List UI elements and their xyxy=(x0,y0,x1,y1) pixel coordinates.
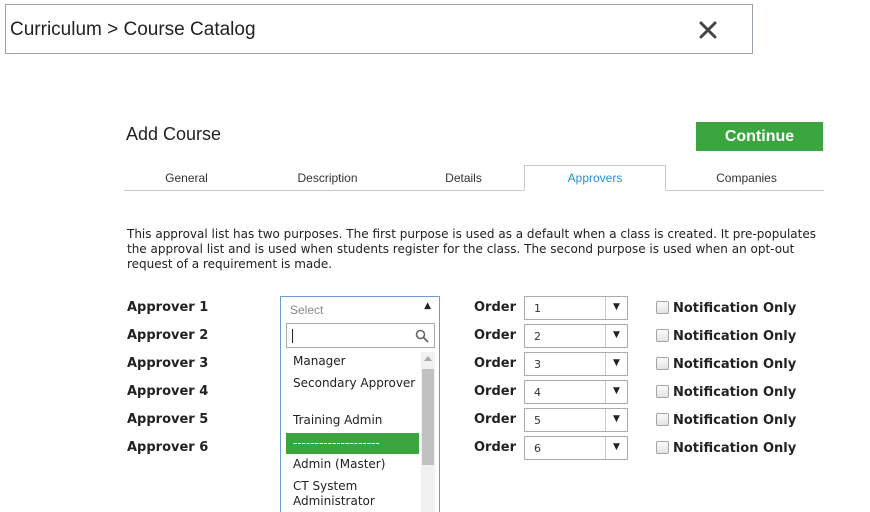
order-label: Order xyxy=(474,328,516,343)
notification-label: Notification Only xyxy=(673,357,797,372)
notification-checkbox[interactable] xyxy=(656,385,669,398)
option-admin-master[interactable]: Admin (Master) xyxy=(286,457,419,472)
notification-checkbox[interactable] xyxy=(656,301,669,314)
page-title: Add Course xyxy=(126,124,222,144)
approver-label: Approver 6 xyxy=(127,440,209,455)
order-label: Order xyxy=(474,300,516,315)
option-manager[interactable]: Manager xyxy=(286,354,419,369)
chevron-down-icon: ▼ xyxy=(605,297,627,319)
approver-label: Approver 5 xyxy=(127,412,209,427)
order-select-3[interactable]: 3 ▼ xyxy=(524,352,628,376)
order-value: 5 xyxy=(534,414,541,427)
notification-label: Notification Only xyxy=(673,329,797,344)
chevron-up-icon: ▲ xyxy=(424,301,431,311)
order-label: Order xyxy=(474,384,516,399)
breadcrumb: Curriculum > Course Catalog xyxy=(10,19,256,40)
tab-approvers[interactable]: Approvers xyxy=(524,165,666,191)
notification-checkbox[interactable] xyxy=(656,413,669,426)
option-ct-system-administrator[interactable]: CT System Administrator xyxy=(286,479,419,509)
order-select-2[interactable]: 2 ▼ xyxy=(524,324,628,348)
dropdown-scrollbar[interactable] xyxy=(421,352,435,512)
order-select-1[interactable]: 1 ▼ xyxy=(524,296,628,320)
tab-description[interactable]: Description xyxy=(265,165,390,191)
approver-label: Approver 1 xyxy=(127,300,209,315)
select-placeholder: Select xyxy=(290,303,324,317)
approver-label: Approver 4 xyxy=(127,384,209,399)
order-select-4[interactable]: 4 ▼ xyxy=(524,380,628,404)
order-value: 3 xyxy=(534,358,541,371)
option-training-admin[interactable]: Training Admin xyxy=(286,413,419,428)
order-select-5[interactable]: 5 ▼ xyxy=(524,408,628,432)
order-label: Order xyxy=(474,412,516,427)
notification-label: Notification Only xyxy=(673,385,797,400)
continue-button[interactable]: Continue xyxy=(696,122,823,151)
tab-bar: General Description Details Approvers Co… xyxy=(124,165,824,191)
option-secondary-approver[interactable]: Secondary Approver xyxy=(286,376,419,391)
tab-companies[interactable]: Companies xyxy=(684,165,809,191)
order-value: 4 xyxy=(534,386,541,399)
notification-label: Notification Only xyxy=(673,441,797,456)
chevron-down-icon: ▼ xyxy=(605,437,627,459)
text-cursor xyxy=(292,329,293,343)
approver-1-select[interactable]: Select ▲ xyxy=(280,296,440,320)
close-button[interactable] xyxy=(696,17,722,43)
order-value: 2 xyxy=(534,330,541,343)
chevron-down-icon: ▼ xyxy=(605,409,627,431)
dropdown-search-input[interactable] xyxy=(286,323,435,348)
scroll-up-icon[interactable] xyxy=(424,356,432,361)
order-value: 1 xyxy=(534,302,541,315)
approver-label: Approver 2 xyxy=(127,328,209,343)
order-label: Order xyxy=(474,356,516,371)
chevron-down-icon: ▼ xyxy=(605,353,627,375)
approver-label: Approver 3 xyxy=(127,356,209,371)
notification-checkbox[interactable] xyxy=(656,329,669,342)
chevron-down-icon: ▼ xyxy=(605,325,627,347)
approver-dropdown: Manager Secondary Approver Training Admi… xyxy=(280,320,440,512)
order-label: Order xyxy=(474,440,516,455)
tab-details[interactable]: Details xyxy=(401,165,526,191)
notification-label: Notification Only xyxy=(673,413,797,428)
breadcrumb-bar: Curriculum > Course Catalog xyxy=(5,4,753,54)
tab-general[interactable]: General xyxy=(124,165,249,191)
search-icon xyxy=(415,329,429,343)
chevron-down-icon: ▼ xyxy=(605,381,627,403)
approval-description: This approval list has two purposes. The… xyxy=(127,227,816,271)
order-select-6[interactable]: 6 ▼ xyxy=(524,436,628,460)
notification-checkbox[interactable] xyxy=(656,441,669,454)
close-icon xyxy=(699,21,717,39)
notification-checkbox[interactable] xyxy=(656,357,669,370)
order-value: 6 xyxy=(534,442,541,455)
scrollbar-thumb[interactable] xyxy=(422,369,434,465)
notification-label: Notification Only xyxy=(673,301,797,316)
option-separator[interactable]: -------------------- xyxy=(286,433,419,454)
